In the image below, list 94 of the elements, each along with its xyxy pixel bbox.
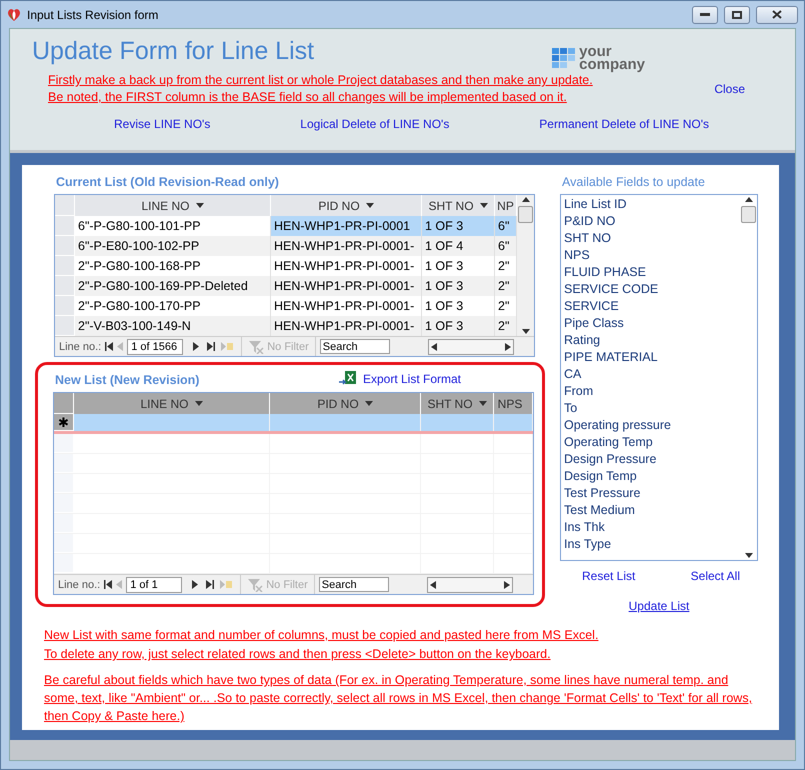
caret-icon xyxy=(366,203,374,208)
field-item[interactable]: Test Medium xyxy=(564,502,737,519)
restore-button[interactable] xyxy=(724,6,750,24)
field-item[interactable]: Line List ID xyxy=(564,196,737,213)
field-item[interactable]: P&ID NO xyxy=(564,213,737,230)
close-link[interactable]: Close xyxy=(714,82,745,96)
record-field[interactable]: 1 of 1 xyxy=(126,576,182,592)
filter-icon xyxy=(248,340,264,354)
table-row[interactable]: 6"-P-G80-100-101-PP HEN-WHP1-PR-PI-0001 1 OF 3 6" xyxy=(55,216,517,236)
field-item[interactable]: CA xyxy=(564,366,737,383)
new-record-row[interactable]: ✱ xyxy=(54,414,533,434)
action-link[interactable]: Permanent Delete of LINE NO's xyxy=(539,117,709,131)
field-item[interactable]: NPS xyxy=(564,247,737,264)
minimize-icon xyxy=(700,13,710,16)
first-record-icon[interactable] xyxy=(105,342,114,351)
horizontal-scrollbar[interactable] xyxy=(428,338,514,354)
table-cell: 6" xyxy=(495,216,517,236)
section-title: New List (New Revision) xyxy=(54,372,200,389)
select-all-link[interactable]: Select All xyxy=(690,569,740,583)
new-row-marker: ✱ xyxy=(54,414,74,431)
search-field[interactable]: Search xyxy=(318,577,389,592)
form-title: Update Form for Line List xyxy=(32,37,314,66)
instruction-text: To delete any row, just select related rows and then press <Delete> button on the keyboard. xyxy=(44,646,552,663)
field-item[interactable]: Ins Type xyxy=(564,536,737,553)
caret-icon xyxy=(480,203,488,208)
last-record-icon[interactable] xyxy=(207,342,216,351)
caret-icon xyxy=(194,401,202,406)
field-item[interactable]: SHT NO xyxy=(564,230,737,247)
close-icon xyxy=(772,10,782,19)
warning-text: Firstly make a back up from the current list or whole Project databases and then make any update. xyxy=(48,73,593,87)
field-item[interactable]: Operating pressure xyxy=(564,417,737,434)
scroll-down-icon[interactable] xyxy=(744,553,752,558)
close-button[interactable] xyxy=(756,6,798,24)
caret-icon xyxy=(364,401,373,406)
table-row[interactable]: 2"-P-G80-100-169-PP-Deleted HEN-WHP1-PR-PI-0001- 1 OF 3 2" xyxy=(55,276,517,296)
vertical-scrollbar[interactable] xyxy=(740,195,757,560)
navigation-label: Line no.: xyxy=(58,578,100,590)
field-item[interactable]: From xyxy=(564,383,737,400)
scroll-up-icon[interactable] xyxy=(744,197,752,202)
scroll-thumb[interactable] xyxy=(741,206,756,223)
field-item[interactable]: SERVICE CODE xyxy=(564,281,737,298)
table-row[interactable]: 2"-P-G80-100-170-PP HEN-WHP1-PR-PI-0001- 1 OF 3 2" xyxy=(55,296,517,316)
field-item[interactable]: Rating xyxy=(564,332,737,349)
section-title: Current List (Old Revision-Read only) xyxy=(55,174,280,191)
export-link[interactable]: Export List Format xyxy=(362,372,461,386)
first-record-icon[interactable] xyxy=(104,580,112,589)
field-item[interactable]: PIPE MATERIAL xyxy=(564,349,737,366)
field-item[interactable]: Design Pressure xyxy=(564,451,737,468)
field-item[interactable]: SERVICE xyxy=(564,298,737,315)
vertical-scrollbar[interactable] xyxy=(517,195,534,336)
warning-text: Be noted, the FIRST column is the BASE field so all changes will be implemented based on it. xyxy=(48,90,568,104)
filter-icon xyxy=(247,578,264,592)
scroll-up-icon[interactable] xyxy=(522,197,530,202)
next-record-icon[interactable] xyxy=(192,580,198,589)
instruction-text: Be careful about fields which have two types of data (For ex. in Operating Temperature, some lines have numeral temp. and some, text, like "Ambient" or... .So to paste correctly, select all rows in MS Excel, then change 'Format Cells' to 'Text' for all rows, then Copy & Paste here.) xyxy=(44,672,754,725)
table-row[interactable]: 2"-P-G80-100-168-PP HEN-WHP1-PR-PI-0001- 1 OF 3 2" xyxy=(55,256,517,276)
section-title: Available Fields to update xyxy=(561,174,706,191)
scroll-right-icon[interactable] xyxy=(505,342,511,350)
field-item[interactable]: Design Temp xyxy=(564,468,737,485)
caret-icon xyxy=(478,401,487,406)
update-list-link[interactable]: Update List xyxy=(628,599,690,613)
scroll-left-icon[interactable] xyxy=(431,342,437,350)
horizontal-scrollbar[interactable] xyxy=(427,576,513,592)
record-field[interactable]: 1 of 1566 xyxy=(127,338,184,354)
logo-icon xyxy=(552,48,576,68)
table-row[interactable]: 6"-P-E80-100-102-PP HEN-WHP1-PR-PI-0001- 1 OF 4 6" xyxy=(55,236,517,256)
scroll-thumb[interactable] xyxy=(518,206,533,223)
app-icon xyxy=(7,8,21,22)
action-link[interactable]: Revise LINE NO's xyxy=(114,117,210,131)
field-item[interactable]: Operating Temp xyxy=(564,434,737,451)
field-item[interactable]: Ins Thk xyxy=(564,519,737,536)
field-item[interactable]: Pipe Class xyxy=(564,315,737,332)
reset-list-link[interactable]: Reset List xyxy=(582,569,636,583)
logo-text: your company xyxy=(579,45,645,71)
next-record-icon[interactable] xyxy=(193,342,200,351)
search-field[interactable]: Search xyxy=(320,339,390,354)
navigation-label: Line no.: xyxy=(59,340,102,352)
caret-icon xyxy=(196,203,204,208)
table-cell: HEN-WHP1-PR-PI-0001 xyxy=(271,216,422,236)
last-record-icon[interactable] xyxy=(206,580,214,589)
action-link[interactable]: Logical Delete of LINE NO's xyxy=(300,117,450,131)
table-row[interactable]: 2"-V-B03-100-149-N HEN-WHP1-PR-PI-0001- 1 OF 3 2" xyxy=(55,316,517,336)
window-title: Input Lists Revision form xyxy=(27,8,160,22)
minimize-button[interactable] xyxy=(692,6,718,24)
field-item[interactable]: FLUID PHASE xyxy=(564,264,737,281)
field-item[interactable]: Test Pressure xyxy=(564,485,737,502)
table-cell: 1 OF 3 xyxy=(422,216,495,236)
scroll-down-icon[interactable] xyxy=(522,329,530,334)
scroll-left-icon[interactable] xyxy=(430,580,436,588)
scroll-right-icon[interactable] xyxy=(504,580,510,588)
instruction-text: New List with same format and number of columns, must be copied and pasted here from MS Excel. xyxy=(44,627,600,644)
field-item[interactable]: To xyxy=(564,400,737,417)
spreadsheet-export-icon[interactable] xyxy=(338,371,357,387)
restore-icon xyxy=(732,10,742,18)
